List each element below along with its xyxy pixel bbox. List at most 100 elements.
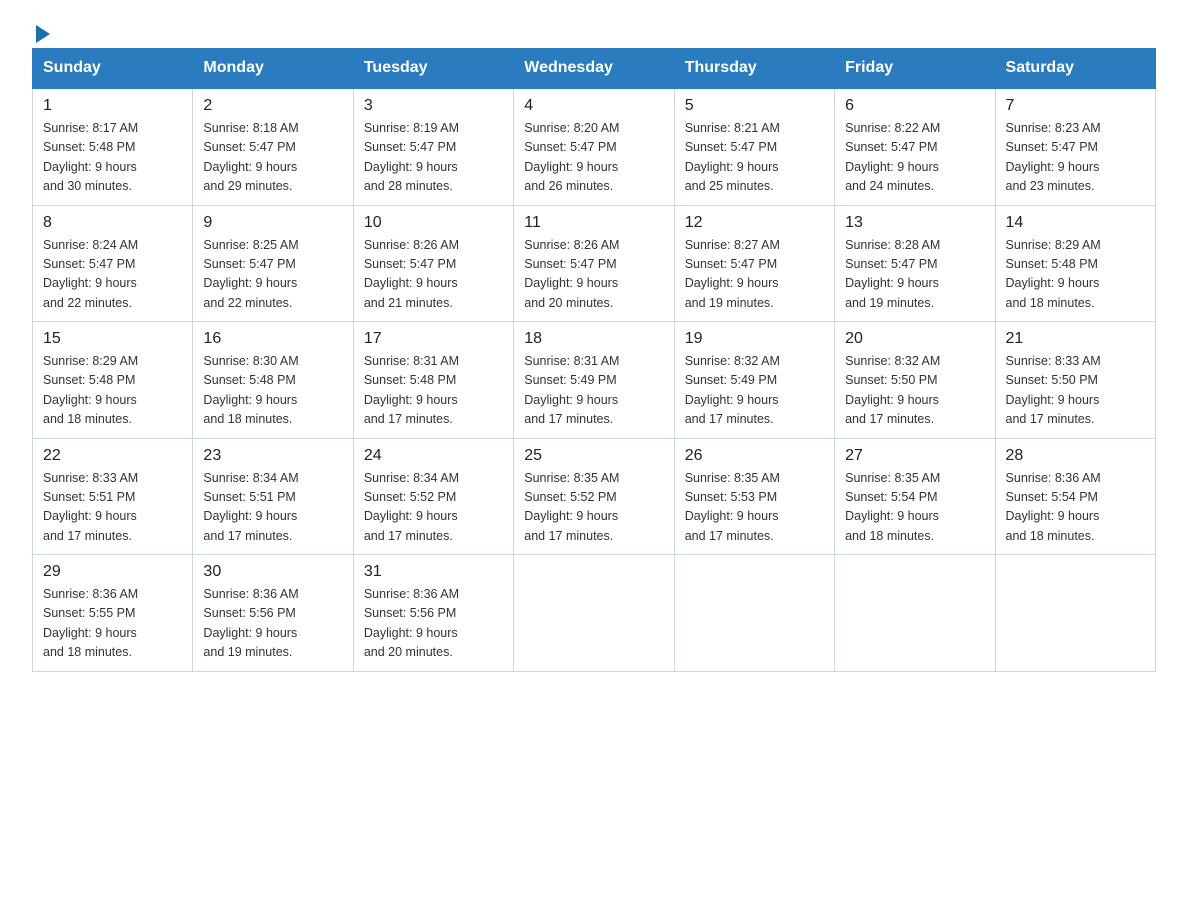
day-info: Sunrise: 8:36 AMSunset: 5:55 PMDaylight:… — [43, 587, 138, 659]
day-number: 10 — [364, 214, 503, 232]
day-info: Sunrise: 8:25 AMSunset: 5:47 PMDaylight:… — [203, 238, 298, 310]
day-info: Sunrise: 8:23 AMSunset: 5:47 PMDaylight:… — [1006, 121, 1101, 193]
calendar-cell: 23 Sunrise: 8:34 AMSunset: 5:51 PMDaylig… — [193, 438, 353, 555]
day-number: 19 — [685, 330, 824, 348]
day-number: 23 — [203, 447, 342, 465]
calendar-cell: 9 Sunrise: 8:25 AMSunset: 5:47 PMDayligh… — [193, 205, 353, 322]
day-number: 28 — [1006, 447, 1145, 465]
day-info: Sunrise: 8:34 AMSunset: 5:51 PMDaylight:… — [203, 471, 298, 543]
day-number: 2 — [203, 97, 342, 115]
day-info: Sunrise: 8:35 AMSunset: 5:53 PMDaylight:… — [685, 471, 780, 543]
day-number: 12 — [685, 214, 824, 232]
calendar-week-row: 29 Sunrise: 8:36 AMSunset: 5:55 PMDaylig… — [33, 555, 1156, 672]
calendar-cell: 29 Sunrise: 8:36 AMSunset: 5:55 PMDaylig… — [33, 555, 193, 672]
day-info: Sunrise: 8:34 AMSunset: 5:52 PMDaylight:… — [364, 471, 459, 543]
day-info: Sunrise: 8:17 AMSunset: 5:48 PMDaylight:… — [43, 121, 138, 193]
day-number: 31 — [364, 563, 503, 581]
day-info: Sunrise: 8:33 AMSunset: 5:51 PMDaylight:… — [43, 471, 138, 543]
day-info: Sunrise: 8:20 AMSunset: 5:47 PMDaylight:… — [524, 121, 619, 193]
calendar-cell: 17 Sunrise: 8:31 AMSunset: 5:48 PMDaylig… — [353, 322, 513, 439]
day-number: 13 — [845, 214, 984, 232]
calendar-cell: 21 Sunrise: 8:33 AMSunset: 5:50 PMDaylig… — [995, 322, 1155, 439]
weekday-header-tuesday: Tuesday — [353, 49, 513, 89]
day-number: 16 — [203, 330, 342, 348]
calendar-cell — [835, 555, 995, 672]
calendar-cell: 22 Sunrise: 8:33 AMSunset: 5:51 PMDaylig… — [33, 438, 193, 555]
day-number: 17 — [364, 330, 503, 348]
day-number: 8 — [43, 214, 182, 232]
day-number: 14 — [1006, 214, 1145, 232]
calendar-cell: 11 Sunrise: 8:26 AMSunset: 5:47 PMDaylig… — [514, 205, 674, 322]
calendar-cell: 12 Sunrise: 8:27 AMSunset: 5:47 PMDaylig… — [674, 205, 834, 322]
calendar-week-row: 15 Sunrise: 8:29 AMSunset: 5:48 PMDaylig… — [33, 322, 1156, 439]
calendar-cell — [514, 555, 674, 672]
day-number: 4 — [524, 97, 663, 115]
weekday-header-row: SundayMondayTuesdayWednesdayThursdayFrid… — [33, 49, 1156, 89]
day-info: Sunrise: 8:30 AMSunset: 5:48 PMDaylight:… — [203, 354, 298, 426]
day-number: 3 — [364, 97, 503, 115]
day-number: 18 — [524, 330, 663, 348]
day-number: 7 — [1006, 97, 1145, 115]
day-number: 25 — [524, 447, 663, 465]
day-info: Sunrise: 8:32 AMSunset: 5:49 PMDaylight:… — [685, 354, 780, 426]
calendar-cell: 14 Sunrise: 8:29 AMSunset: 5:48 PMDaylig… — [995, 205, 1155, 322]
day-number: 21 — [1006, 330, 1145, 348]
page-header — [32, 24, 1156, 38]
calendar-cell: 10 Sunrise: 8:26 AMSunset: 5:47 PMDaylig… — [353, 205, 513, 322]
calendar-cell: 27 Sunrise: 8:35 AMSunset: 5:54 PMDaylig… — [835, 438, 995, 555]
calendar-week-row: 22 Sunrise: 8:33 AMSunset: 5:51 PMDaylig… — [33, 438, 1156, 555]
calendar-cell — [674, 555, 834, 672]
day-number: 27 — [845, 447, 984, 465]
calendar-cell: 8 Sunrise: 8:24 AMSunset: 5:47 PMDayligh… — [33, 205, 193, 322]
calendar-table: SundayMondayTuesdayWednesdayThursdayFrid… — [32, 48, 1156, 672]
day-info: Sunrise: 8:24 AMSunset: 5:47 PMDaylight:… — [43, 238, 138, 310]
day-number: 5 — [685, 97, 824, 115]
day-info: Sunrise: 8:29 AMSunset: 5:48 PMDaylight:… — [43, 354, 138, 426]
day-number: 9 — [203, 214, 342, 232]
day-info: Sunrise: 8:31 AMSunset: 5:48 PMDaylight:… — [364, 354, 459, 426]
calendar-cell: 20 Sunrise: 8:32 AMSunset: 5:50 PMDaylig… — [835, 322, 995, 439]
calendar-cell: 19 Sunrise: 8:32 AMSunset: 5:49 PMDaylig… — [674, 322, 834, 439]
calendar-cell: 26 Sunrise: 8:35 AMSunset: 5:53 PMDaylig… — [674, 438, 834, 555]
day-info: Sunrise: 8:21 AMSunset: 5:47 PMDaylight:… — [685, 121, 780, 193]
day-number: 1 — [43, 97, 182, 115]
weekday-header-monday: Monday — [193, 49, 353, 89]
weekday-header-wednesday: Wednesday — [514, 49, 674, 89]
calendar-cell: 4 Sunrise: 8:20 AMSunset: 5:47 PMDayligh… — [514, 88, 674, 205]
day-info: Sunrise: 8:22 AMSunset: 5:47 PMDaylight:… — [845, 121, 940, 193]
calendar-cell: 31 Sunrise: 8:36 AMSunset: 5:56 PMDaylig… — [353, 555, 513, 672]
day-info: Sunrise: 8:31 AMSunset: 5:49 PMDaylight:… — [524, 354, 619, 426]
day-info: Sunrise: 8:28 AMSunset: 5:47 PMDaylight:… — [845, 238, 940, 310]
day-info: Sunrise: 8:26 AMSunset: 5:47 PMDaylight:… — [364, 238, 459, 310]
day-number: 20 — [845, 330, 984, 348]
day-info: Sunrise: 8:19 AMSunset: 5:47 PMDaylight:… — [364, 121, 459, 193]
day-number: 26 — [685, 447, 824, 465]
calendar-cell: 24 Sunrise: 8:34 AMSunset: 5:52 PMDaylig… — [353, 438, 513, 555]
calendar-cell: 25 Sunrise: 8:35 AMSunset: 5:52 PMDaylig… — [514, 438, 674, 555]
calendar-cell: 15 Sunrise: 8:29 AMSunset: 5:48 PMDaylig… — [33, 322, 193, 439]
day-info: Sunrise: 8:36 AMSunset: 5:56 PMDaylight:… — [203, 587, 298, 659]
day-number: 29 — [43, 563, 182, 581]
weekday-header-friday: Friday — [835, 49, 995, 89]
calendar-cell — [995, 555, 1155, 672]
day-info: Sunrise: 8:27 AMSunset: 5:47 PMDaylight:… — [685, 238, 780, 310]
day-info: Sunrise: 8:32 AMSunset: 5:50 PMDaylight:… — [845, 354, 940, 426]
logo-triangle-icon — [36, 25, 50, 43]
weekday-header-saturday: Saturday — [995, 49, 1155, 89]
day-number: 24 — [364, 447, 503, 465]
day-info: Sunrise: 8:36 AMSunset: 5:56 PMDaylight:… — [364, 587, 459, 659]
calendar-cell: 7 Sunrise: 8:23 AMSunset: 5:47 PMDayligh… — [995, 88, 1155, 205]
day-info: Sunrise: 8:18 AMSunset: 5:47 PMDaylight:… — [203, 121, 298, 193]
calendar-cell: 1 Sunrise: 8:17 AMSunset: 5:48 PMDayligh… — [33, 88, 193, 205]
calendar-cell: 6 Sunrise: 8:22 AMSunset: 5:47 PMDayligh… — [835, 88, 995, 205]
day-number: 6 — [845, 97, 984, 115]
day-info: Sunrise: 8:35 AMSunset: 5:52 PMDaylight:… — [524, 471, 619, 543]
calendar-cell: 16 Sunrise: 8:30 AMSunset: 5:48 PMDaylig… — [193, 322, 353, 439]
day-number: 15 — [43, 330, 182, 348]
day-number: 11 — [524, 214, 663, 232]
day-info: Sunrise: 8:29 AMSunset: 5:48 PMDaylight:… — [1006, 238, 1101, 310]
weekday-header-sunday: Sunday — [33, 49, 193, 89]
calendar-cell: 5 Sunrise: 8:21 AMSunset: 5:47 PMDayligh… — [674, 88, 834, 205]
day-info: Sunrise: 8:35 AMSunset: 5:54 PMDaylight:… — [845, 471, 940, 543]
calendar-cell: 2 Sunrise: 8:18 AMSunset: 5:47 PMDayligh… — [193, 88, 353, 205]
